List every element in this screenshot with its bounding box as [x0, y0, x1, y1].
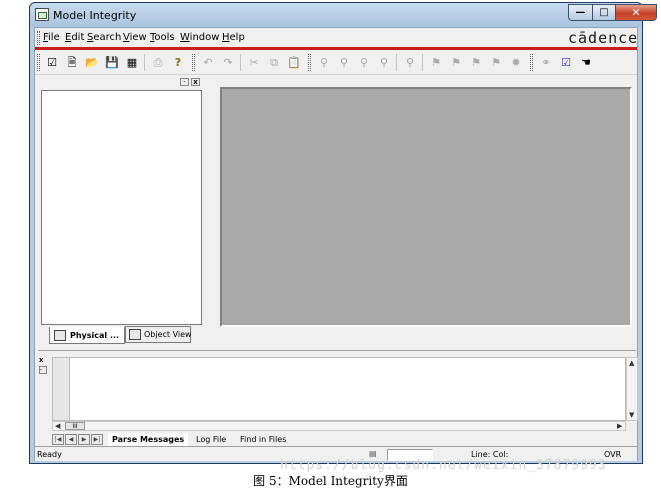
checkbox-icon[interactable]: ☑ — [44, 55, 60, 70]
save-all-icon[interactable]: ▦ — [124, 55, 140, 70]
menu-view[interactable]: View — [123, 32, 147, 43]
left-dock-panel: - x Physical ... Object View — [38, 78, 203, 346]
close-icon: ✕ — [631, 6, 641, 19]
left-panel-header: - x — [38, 78, 203, 88]
output-restore-icon[interactable]: - — [39, 366, 47, 374]
maximize-icon: □ — [599, 7, 609, 18]
window-title: Model Integrity — [53, 9, 137, 22]
object-view-icon — [129, 329, 141, 340]
toolbar-separator — [396, 54, 397, 71]
menu-search[interactable]: Search — [87, 32, 121, 43]
tab-next-icon[interactable]: ▶ — [78, 434, 90, 445]
horizontal-scrollbar[interactable]: ◀ III ▶ — [52, 421, 626, 431]
minimize-button[interactable]: — — [568, 4, 593, 21]
close-button[interactable]: ✕ — [615, 4, 657, 21]
help-icon[interactable]: ? — [170, 55, 186, 70]
open-folder-icon[interactable]: 📂 — [84, 55, 100, 70]
undo-icon[interactable]: ↶ — [200, 55, 216, 70]
panel-restore-icon[interactable]: - — [180, 78, 189, 86]
bug-icon[interactable]: ✹ — [508, 55, 524, 70]
cadence-logo: cādence — [568, 29, 639, 47]
scroll-up-icon[interactable]: ▲ — [629, 359, 634, 367]
tree-view[interactable] — [41, 90, 202, 325]
mdi-workspace[interactable] — [220, 87, 632, 327]
status-text: Ready — [37, 450, 62, 459]
output-close-icon[interactable]: x — [39, 357, 47, 365]
scroll-thumb[interactable]: III — [65, 422, 85, 430]
output-text-area[interactable] — [70, 357, 626, 421]
physical-view-icon — [54, 329, 66, 341]
client-area: File Edit Search View Tools Window Help … — [34, 27, 638, 461]
find-icon[interactable]: ⚲ — [316, 55, 332, 70]
output-dock-panel: x - ▲ ▼ ◀ III ▶ |◀ ◀ ▶ ▶| Parse Messages… — [38, 350, 638, 447]
save-icon[interactable]: 💾 — [104, 55, 120, 70]
scroll-down-icon[interactable]: ▼ — [629, 411, 634, 419]
next-bookmark-icon[interactable]: ⚑ — [448, 55, 464, 70]
menu-help[interactable]: Help — [222, 32, 245, 43]
menubar-grip[interactable] — [37, 31, 40, 45]
paste-icon[interactable]: 📋 — [286, 55, 302, 70]
tab-physical[interactable]: Physical ... — [49, 327, 125, 344]
find-files-icon[interactable]: ⚲ — [376, 55, 392, 70]
scroll-right-icon[interactable]: ▶ — [617, 422, 622, 430]
check-model-icon[interactable]: ☑ — [558, 55, 574, 70]
menu-tools[interactable]: Tools — [150, 32, 175, 43]
find-next-icon[interactable]: ⚲ — [336, 55, 352, 70]
title-bar[interactable]: Model Integrity — □ ✕ — [30, 3, 657, 27]
menu-edit[interactable]: Edit — [65, 32, 84, 43]
clear-bookmarks-icon[interactable]: ⚑ — [488, 55, 504, 70]
replace-icon[interactable]: ⚲ — [402, 55, 418, 70]
vertical-scrollbar[interactable]: ▲ ▼ — [626, 357, 638, 421]
watermark: https://blog.csdn.net/weixin_37879993 — [280, 458, 607, 473]
cut-icon[interactable]: ✂ — [246, 55, 262, 70]
output-panel-header: x - — [38, 357, 50, 377]
pointer-icon[interactable]: ☚ — [578, 55, 594, 70]
toolbar: ☑ 🗎 📂 💾 ▦ ⎙ ? ↶ ↷ ✂ ⧉ 📋 ⚲ ⚲ ⚲ ⚲ ⚲ ⚑ ⚑ ⚑ — [35, 50, 637, 75]
redo-icon[interactable]: ↷ — [220, 55, 236, 70]
tab-find-in-files[interactable]: Find in Files — [236, 433, 291, 447]
toolbar-separator — [240, 54, 241, 71]
prev-bookmark-icon[interactable]: ⚑ — [468, 55, 484, 70]
output-tab-row: |◀ ◀ ▶ ▶| Parse Messages Log File Find i… — [52, 433, 626, 447]
minimize-icon: — — [575, 7, 586, 18]
toolbar-separator — [144, 54, 145, 71]
tab-object-view[interactable]: Object View — [125, 326, 192, 343]
output-gutter — [52, 357, 70, 421]
tab-first-icon[interactable]: |◀ — [52, 434, 64, 445]
binoculars-icon[interactable]: ⚭ — [538, 55, 554, 70]
tab-object-view-label: Object View — [144, 330, 192, 339]
tab-prev-icon[interactable]: ◀ — [65, 434, 77, 445]
new-file-icon[interactable]: 🗎 — [64, 55, 80, 70]
app-window: Model Integrity — □ ✕ File Edit Search V… — [29, 2, 657, 464]
maximize-button[interactable]: □ — [592, 4, 616, 21]
tab-parse-messages[interactable]: Parse Messages — [108, 433, 189, 447]
menu-window[interactable]: Window — [180, 32, 219, 43]
panel-close-icon[interactable]: x — [191, 78, 200, 86]
print-icon[interactable]: ⎙ — [150, 55, 166, 70]
toolbar-separator — [422, 54, 423, 71]
copy-icon[interactable]: ⧉ — [266, 55, 282, 70]
app-icon[interactable] — [35, 8, 49, 21]
tab-log-file[interactable]: Log File — [192, 433, 231, 447]
menu-file[interactable]: File — [43, 32, 60, 43]
toolbar-grip[interactable] — [37, 54, 40, 71]
tab-last-icon[interactable]: ▶| — [91, 434, 103, 445]
toolbar-grip-2[interactable] — [192, 54, 195, 71]
scroll-left-icon[interactable]: ◀ — [55, 422, 60, 430]
figure-caption: 图 5：Model Integrity界面 — [253, 474, 408, 488]
tab-physical-label: Physical ... — [70, 330, 120, 340]
bookmark-icon[interactable]: ⚑ — [428, 55, 444, 70]
toolbar-grip-4[interactable] — [530, 54, 533, 71]
menu-bar: File Edit Search View Tools Window Help … — [35, 28, 637, 48]
toolbar-grip-3[interactable] — [308, 54, 311, 71]
find-prev-icon[interactable]: ⚲ — [356, 55, 372, 70]
